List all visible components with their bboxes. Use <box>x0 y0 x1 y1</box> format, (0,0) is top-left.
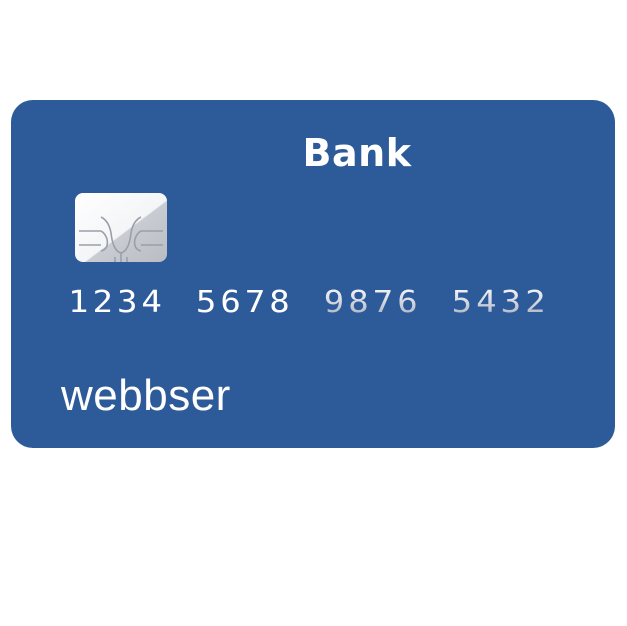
credit-card: Bank 1234 5678 9876 5432 webbser <box>11 100 615 448</box>
emv-chip-icon <box>75 193 167 262</box>
card-number: 1234 5678 9876 5432 <box>68 280 550 324</box>
bank-name: Bank <box>302 131 412 175</box>
card-number-group-3: 9876 <box>323 284 422 320</box>
card-number-group-1: 1234 <box>68 284 166 320</box>
card-number-group-2: 5678 <box>195 284 294 320</box>
brand-logo-text: webbser <box>61 371 231 420</box>
card-number-group-4: 5432 <box>451 284 550 320</box>
